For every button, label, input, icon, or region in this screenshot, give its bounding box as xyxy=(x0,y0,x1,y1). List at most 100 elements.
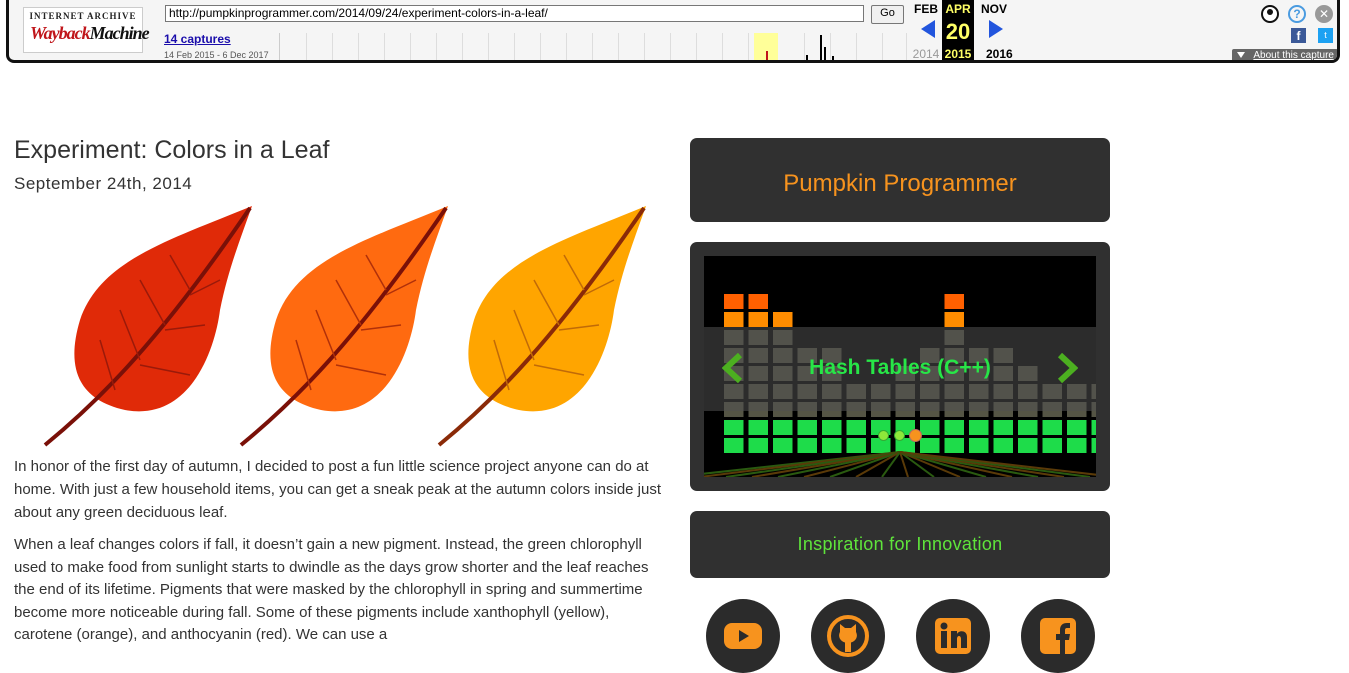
wayback-toolbar-panel: INTERNET ARCHIVE WaybackMachine http://p… xyxy=(6,0,1340,63)
next-arrow-icon[interactable] xyxy=(989,20,1003,38)
triangle-down-icon xyxy=(1237,52,1245,58)
sparkline-month xyxy=(778,33,805,60)
equalizer-cell xyxy=(944,294,964,309)
equalizer-cell xyxy=(724,312,744,327)
wayback-logo-top: INTERNET ARCHIVE xyxy=(29,11,137,21)
twitter-icon[interactable]: t xyxy=(1318,28,1333,43)
equalizer-cell xyxy=(748,294,768,309)
sparkline-month xyxy=(462,33,489,60)
tagline: Inspiration for Innovation xyxy=(797,534,1003,554)
day-current: 20 xyxy=(945,19,971,44)
sparkline-month xyxy=(436,33,463,60)
equalizer-cell xyxy=(969,420,989,435)
chevron-left-icon[interactable] xyxy=(722,353,744,383)
about-capture-button[interactable]: About this capture xyxy=(1232,49,1337,61)
article-paragraph: When a leaf changes colors if fall, it d… xyxy=(14,536,649,644)
wayback-logo[interactable]: INTERNET ARCHIVE WaybackMachine xyxy=(23,7,150,53)
equalizer-cell xyxy=(920,420,940,435)
leaves-image xyxy=(43,206,646,447)
sparkline-month xyxy=(882,33,907,60)
sparkline-month xyxy=(696,33,723,60)
facebook-icon[interactable]: f xyxy=(1291,28,1306,43)
equalizer-cell xyxy=(1018,438,1038,453)
sparkline-capture xyxy=(820,35,822,60)
equalizer-cell xyxy=(724,294,744,309)
leaf-red xyxy=(43,206,252,447)
wayback-logo-main-a: Wayback xyxy=(30,23,91,43)
equalizer-cell xyxy=(1042,438,1062,453)
facebook-icon xyxy=(1040,618,1076,654)
leaf-orange xyxy=(239,206,448,447)
featured-slider-box: Hash Tables (C++) xyxy=(690,242,1110,491)
linkedin-icon xyxy=(935,618,971,654)
year-current: 2015 xyxy=(944,47,972,61)
sparkline-month xyxy=(618,33,645,60)
equalizer-cell xyxy=(1091,438,1096,453)
sparkline-month xyxy=(410,33,437,60)
wayback-sparkline[interactable] xyxy=(279,33,907,60)
sparkline-month xyxy=(592,33,619,60)
wayback-captures-link[interactable]: 14 captures xyxy=(164,32,231,46)
sparkline-month xyxy=(488,33,515,60)
github-icon xyxy=(827,615,869,657)
wayback-date-range: 14 Feb 2015 - 6 Dec 2017 xyxy=(164,50,269,60)
equalizer-cell xyxy=(920,438,940,453)
prev-arrow-icon[interactable] xyxy=(921,20,935,38)
sparkline-month xyxy=(514,33,541,60)
equalizer-cell xyxy=(822,438,842,453)
sparkline-capture xyxy=(766,51,768,60)
sparkline-month xyxy=(306,33,333,60)
equalizer-cell xyxy=(773,420,793,435)
equalizer-cell xyxy=(797,438,817,453)
sparkline-capture xyxy=(806,55,808,60)
sparkline-capture xyxy=(832,56,834,60)
article-paragraph: In honor of the first day of autumn, I d… xyxy=(14,458,662,521)
user-icon[interactable] xyxy=(1261,5,1279,23)
about-capture-label: About this capture xyxy=(1253,50,1334,61)
close-icon[interactable]: ✕ xyxy=(1315,5,1333,23)
equalizer-cell xyxy=(944,312,964,327)
post-title[interactable]: Experiment: Colors in a Leaf xyxy=(14,136,329,165)
equalizer-cell xyxy=(1091,420,1096,435)
sparkline-month xyxy=(540,33,567,60)
site-title[interactable]: Pumpkin Programmer xyxy=(690,170,1110,198)
post-date: September 24th, 2014 xyxy=(14,174,193,193)
sparkline-month xyxy=(670,33,697,60)
equalizer-cell xyxy=(773,312,793,327)
equalizer-cell xyxy=(797,420,817,435)
wayback-url-input[interactable]: http://pumpkinprogrammer.com/2014/09/24/… xyxy=(165,5,864,22)
equalizer-cell xyxy=(1018,420,1038,435)
wayback-calendar-nav: FEB APR NOV 20 2014 2015 2016 xyxy=(906,0,1036,61)
equalizer-cell xyxy=(993,420,1013,435)
linkedin-link[interactable] xyxy=(916,599,990,673)
tagline-box: Inspiration for Innovation xyxy=(690,511,1110,578)
wayback-go-button[interactable]: Go xyxy=(871,5,904,24)
site-title-box: Pumpkin Programmer xyxy=(690,138,1110,222)
chevron-right-icon[interactable] xyxy=(1056,353,1078,383)
sparkline-month xyxy=(830,33,857,60)
youtube-link[interactable] xyxy=(706,599,780,673)
slider-dot-active[interactable] xyxy=(909,429,922,442)
equalizer-cell xyxy=(1042,420,1062,435)
equalizer-cell xyxy=(748,312,768,327)
equalizer-cell xyxy=(1067,420,1087,435)
year-next-link[interactable]: 2016 xyxy=(986,47,1013,60)
slide-title[interactable]: Hash Tables (C++) xyxy=(704,356,1096,380)
equalizer-cell xyxy=(748,438,768,453)
equalizer-cell xyxy=(993,438,1013,453)
github-link[interactable] xyxy=(811,599,885,673)
sparkline-month xyxy=(722,33,749,60)
slider-dot[interactable] xyxy=(878,430,889,441)
equalizer-cell xyxy=(846,420,866,435)
sparkline-capture xyxy=(824,47,826,60)
youtube-icon xyxy=(724,623,762,649)
wayback-logo-main: WaybackMachine xyxy=(30,23,150,44)
month-next-link[interactable]: NOV xyxy=(974,2,1014,16)
featured-slide[interactable]: Hash Tables (C++) xyxy=(704,256,1096,477)
month-current: APR xyxy=(945,2,971,16)
equalizer-cell xyxy=(944,420,964,435)
facebook-link[interactable] xyxy=(1021,599,1095,673)
sparkline-month xyxy=(332,33,359,60)
slider-dot[interactable] xyxy=(894,430,905,441)
help-icon[interactable]: ? xyxy=(1288,5,1306,23)
